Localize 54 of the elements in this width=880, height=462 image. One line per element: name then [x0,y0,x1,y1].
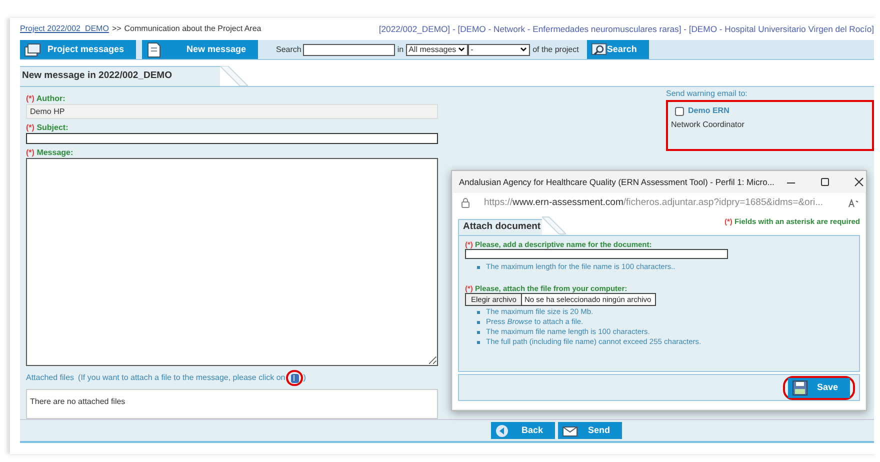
bullet-icon [477,266,480,268]
attach-hint: (If you want to attach a file to the message, please click on [78,372,286,384]
in-label: in [397,44,404,56]
form-button[interactable]: Back [491,422,555,439]
lock-icon [461,198,470,208]
empty-attachments-text: There are no attached files [30,397,126,406]
save-button[interactable]: Save [788,378,850,398]
tab-corner-drawing [220,66,248,86]
field-label: (*) Subject: [26,123,70,133]
maximize-icon [819,177,832,187]
scope-dropdown[interactable]: All messages [406,44,468,56]
project-info: [2022/002_DEMO] - [DEMO - Network - Enfermedades neuromusculares raras] - [DEMO - Hospital Universitario Virgen del Rocío] [378,22,874,36]
document-icon [146,42,162,58]
close-icon [853,177,866,187]
recipient-role: Network Coordinator [671,119,746,130]
document-name-field[interactable] [465,249,728,259]
attach-hint-end: ) [303,372,306,384]
address-bar[interactable]: https://www.ern-assessment.com/ficheros.adjuntar.asp?idpry=1685&idms=&ori... [453,193,865,213]
tab-corner-drawing [542,216,566,235]
search-field[interactable] [303,44,396,56]
form-tab[interactable]: New message in 2022/002_DEMO [20,66,220,86]
messages-icon [24,42,42,56]
envelope-icon [562,424,578,437]
subject-field[interactable] [26,133,438,144]
project-link[interactable]: Project 2022/002_DEMO [20,23,109,35]
toolbar-button[interactable]: Project messages [20,40,136,59]
search-button[interactable]: Search [586,40,649,59]
toolbar-button[interactable]: New message [142,40,258,59]
form-button[interactable]: Send [558,422,622,439]
scope-suffix: of the project [532,44,579,56]
url-text: https://www.ern-assessment.com/ficheros.adjuntar.asp?idpry=1685&idms=&ori... [484,196,824,210]
field-label: (*) Author: [26,94,66,104]
search-label: Search [276,44,302,56]
breadcrumb-current: Communication about the Project Area [124,23,262,35]
breadcrumb-separator: >> [112,23,122,35]
message-field[interactable] [26,158,438,366]
bullet-icon [477,340,480,344]
chevron-down-icon [520,47,527,52]
attach-button[interactable] [286,370,304,386]
recipient-checkbox[interactable] [675,106,684,116]
bullet-icon [477,310,480,314]
attached-files-label: Attached files [26,372,74,384]
warning-title: Send warning email to: [666,89,748,99]
chevron-down-icon [458,47,465,52]
search-icon [590,42,607,58]
read-aloud-icon [848,198,859,208]
popup-tab[interactable]: Attach document [458,219,542,235]
filter-dropdown[interactable]: - [468,44,530,56]
bullet-icon [477,330,480,334]
author-field[interactable]: Demo HP [26,104,438,119]
popup-title: Andalusian Agency for Healthcare Quality (ERN Assessment Tool) - Perfil 1: Micro... [459,176,774,188]
field-label: (*) Message: [26,148,74,158]
recipient-name: Demo ERN [688,105,730,117]
bullet-icon [477,320,480,324]
